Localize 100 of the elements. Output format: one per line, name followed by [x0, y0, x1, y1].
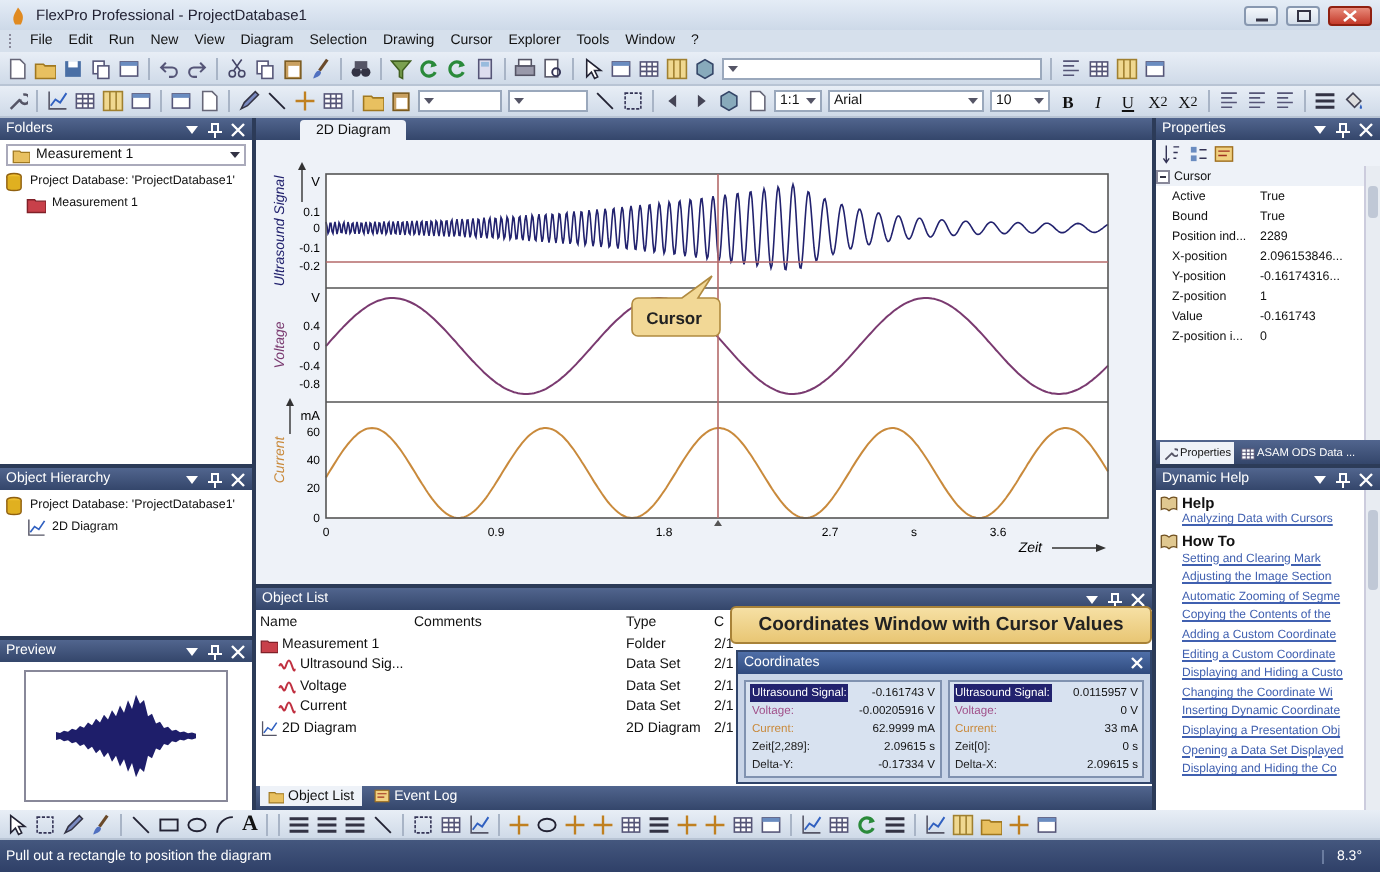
align-icon[interactable]: [1218, 90, 1240, 112]
document-icon[interactable]: [6, 57, 28, 79]
document-icon[interactable]: [746, 90, 768, 112]
bars-icon[interactable]: [883, 813, 906, 835]
dropdown-arrow-icon[interactable]: [184, 471, 200, 487]
undo-icon[interactable]: [158, 57, 180, 79]
window-icon[interactable]: [130, 90, 152, 112]
close-icon[interactable]: [1358, 121, 1374, 137]
dropdown-arrow-icon[interactable]: [1312, 121, 1328, 137]
minimize-button[interactable]: [1244, 5, 1278, 25]
pointer-icon[interactable]: [6, 813, 28, 835]
table-icon[interactable]: [439, 813, 462, 835]
line-icon[interactable]: [594, 90, 616, 112]
close-icon[interactable]: [230, 471, 246, 487]
toggle-icon[interactable]: [1156, 169, 1170, 183]
copy-icon[interactable]: [254, 57, 276, 79]
align-icon[interactable]: [1060, 57, 1082, 79]
folder-icon[interactable]: [362, 90, 384, 112]
cursor-line[interactable]: [717, 173, 719, 519]
print-preview-icon[interactable]: [542, 57, 564, 79]
close-icon[interactable]: [1358, 471, 1374, 487]
close-icon[interactable]: [1130, 591, 1146, 607]
fill-icon[interactable]: [1342, 90, 1364, 112]
close-icon[interactable]: [1130, 656, 1144, 670]
dropdown-field[interactable]: [722, 57, 1042, 79]
redo-icon[interactable]: [186, 57, 208, 79]
pin-icon[interactable]: [206, 471, 224, 487]
chart-icon[interactable]: [46, 90, 68, 112]
close-icon[interactable]: [230, 643, 246, 659]
close-button[interactable]: [1328, 5, 1372, 25]
pin-icon[interactable]: [1334, 471, 1352, 487]
window-icon[interactable]: [759, 813, 782, 835]
table-icon[interactable]: [322, 90, 344, 112]
refresh-icon[interactable]: [855, 813, 878, 835]
scrollbar[interactable]: [1364, 490, 1380, 810]
binoculars-icon[interactable]: [350, 57, 372, 79]
maximize-button[interactable]: [1286, 5, 1320, 25]
dropdown-field[interactable]: [418, 90, 502, 112]
clipboard-icon[interactable]: [282, 57, 304, 79]
table-icon[interactable]: [74, 90, 96, 112]
columns-icon[interactable]: [1116, 57, 1138, 79]
columns-icon[interactable]: [951, 813, 974, 835]
clipboard-icon[interactable]: [390, 90, 412, 112]
scissors-icon[interactable]: [226, 57, 248, 79]
close-icon[interactable]: [230, 121, 246, 137]
sort-icon[interactable]: [1162, 143, 1182, 163]
brush-icon[interactable]: [310, 57, 332, 79]
dropdown-arrow-icon[interactable]: [184, 121, 200, 137]
selection-icon[interactable]: [622, 90, 644, 112]
scrollbar[interactable]: [1364, 166, 1380, 440]
dropdown-arrow-icon[interactable]: [1084, 591, 1100, 607]
rectangle-icon[interactable]: [158, 813, 180, 835]
format-button[interactable]: U: [1116, 89, 1140, 113]
arc-icon[interactable]: [214, 813, 236, 835]
bars-icon[interactable]: [343, 813, 366, 835]
save-icon[interactable]: [62, 57, 84, 79]
pointer-icon[interactable]: [582, 57, 604, 79]
dropdown-arrow-icon[interactable]: [1312, 471, 1328, 487]
table-icon[interactable]: [827, 813, 850, 835]
pen-icon[interactable]: [238, 90, 260, 112]
pin-icon[interactable]: [1106, 591, 1124, 607]
table-icon[interactable]: [619, 813, 642, 835]
document-icon[interactable]: [198, 90, 220, 112]
align-icon[interactable]: [1274, 90, 1296, 112]
properties-icon[interactable]: [1214, 143, 1234, 163]
format-button[interactable]: I: [1086, 89, 1110, 113]
table-icon[interactable]: [638, 57, 660, 79]
copy-icon[interactable]: [90, 57, 112, 79]
window-icon[interactable]: [1035, 813, 1058, 835]
chart-icon[interactable]: [467, 813, 490, 835]
dropdown-field[interactable]: [508, 90, 588, 112]
window-icon[interactable]: [1144, 57, 1166, 79]
dropdown-arrow-icon[interactable]: [184, 643, 200, 659]
printer-icon[interactable]: [514, 57, 536, 79]
align-icon[interactable]: [1246, 90, 1268, 112]
cube-icon[interactable]: [718, 90, 740, 112]
calculator-icon[interactable]: [474, 57, 496, 79]
ellipse-icon[interactable]: [535, 813, 558, 835]
table-icon[interactable]: [1088, 57, 1110, 79]
pin-icon[interactable]: [206, 643, 224, 659]
line-icon[interactable]: [371, 813, 394, 835]
brush-icon[interactable]: [90, 813, 112, 835]
bars-icon[interactable]: [287, 813, 310, 835]
category-icon[interactable]: [1188, 143, 1208, 163]
line-icon[interactable]: [130, 813, 152, 835]
window-icon[interactable]: [170, 90, 192, 112]
chart-icon[interactable]: [799, 813, 822, 835]
funnel-icon[interactable]: [390, 57, 412, 79]
selection-icon[interactable]: [34, 813, 56, 835]
chart-icon[interactable]: [923, 813, 946, 835]
format-button[interactable]: B: [1056, 89, 1080, 113]
pin-icon[interactable]: [206, 121, 224, 137]
bars-icon[interactable]: [315, 813, 338, 835]
cube-icon[interactable]: [694, 57, 716, 79]
line-icon[interactable]: [266, 90, 288, 112]
selection-icon[interactable]: [411, 813, 434, 835]
refresh-icon[interactable]: [418, 57, 440, 79]
pin-icon[interactable]: [1334, 121, 1352, 137]
bars-icon[interactable]: [647, 813, 670, 835]
window-icon[interactable]: [610, 57, 632, 79]
